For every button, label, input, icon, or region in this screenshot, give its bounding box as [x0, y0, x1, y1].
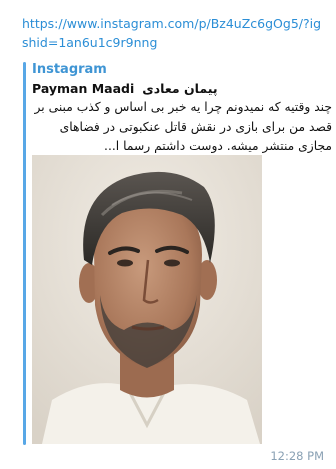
link-preview-accent-bar	[23, 62, 26, 445]
link-preview-site-name: Instagram	[32, 62, 107, 77]
instagram-link[interactable]: https://www.instagram.com/p/Bz4uZc6gOg5/…	[22, 14, 322, 52]
portrait-image	[32, 155, 262, 444]
link-preview-description: چند وقتیه که نمیدونم چرا یه خبر بی اساس …	[34, 100, 332, 153]
link-preview-title-en: Payman Maadi	[32, 81, 135, 96]
link-preview-title: Payman Maadi پیمان معادی	[32, 80, 332, 98]
link-preview-photo[interactable]	[32, 155, 262, 444]
link-preview-title-fa: پیمان معادی	[142, 81, 218, 96]
message-timestamp: 12:28 PM	[270, 449, 324, 463]
message-bubble: https://www.instagram.com/p/Bz4uZc6gOg5/…	[0, 0, 336, 469]
